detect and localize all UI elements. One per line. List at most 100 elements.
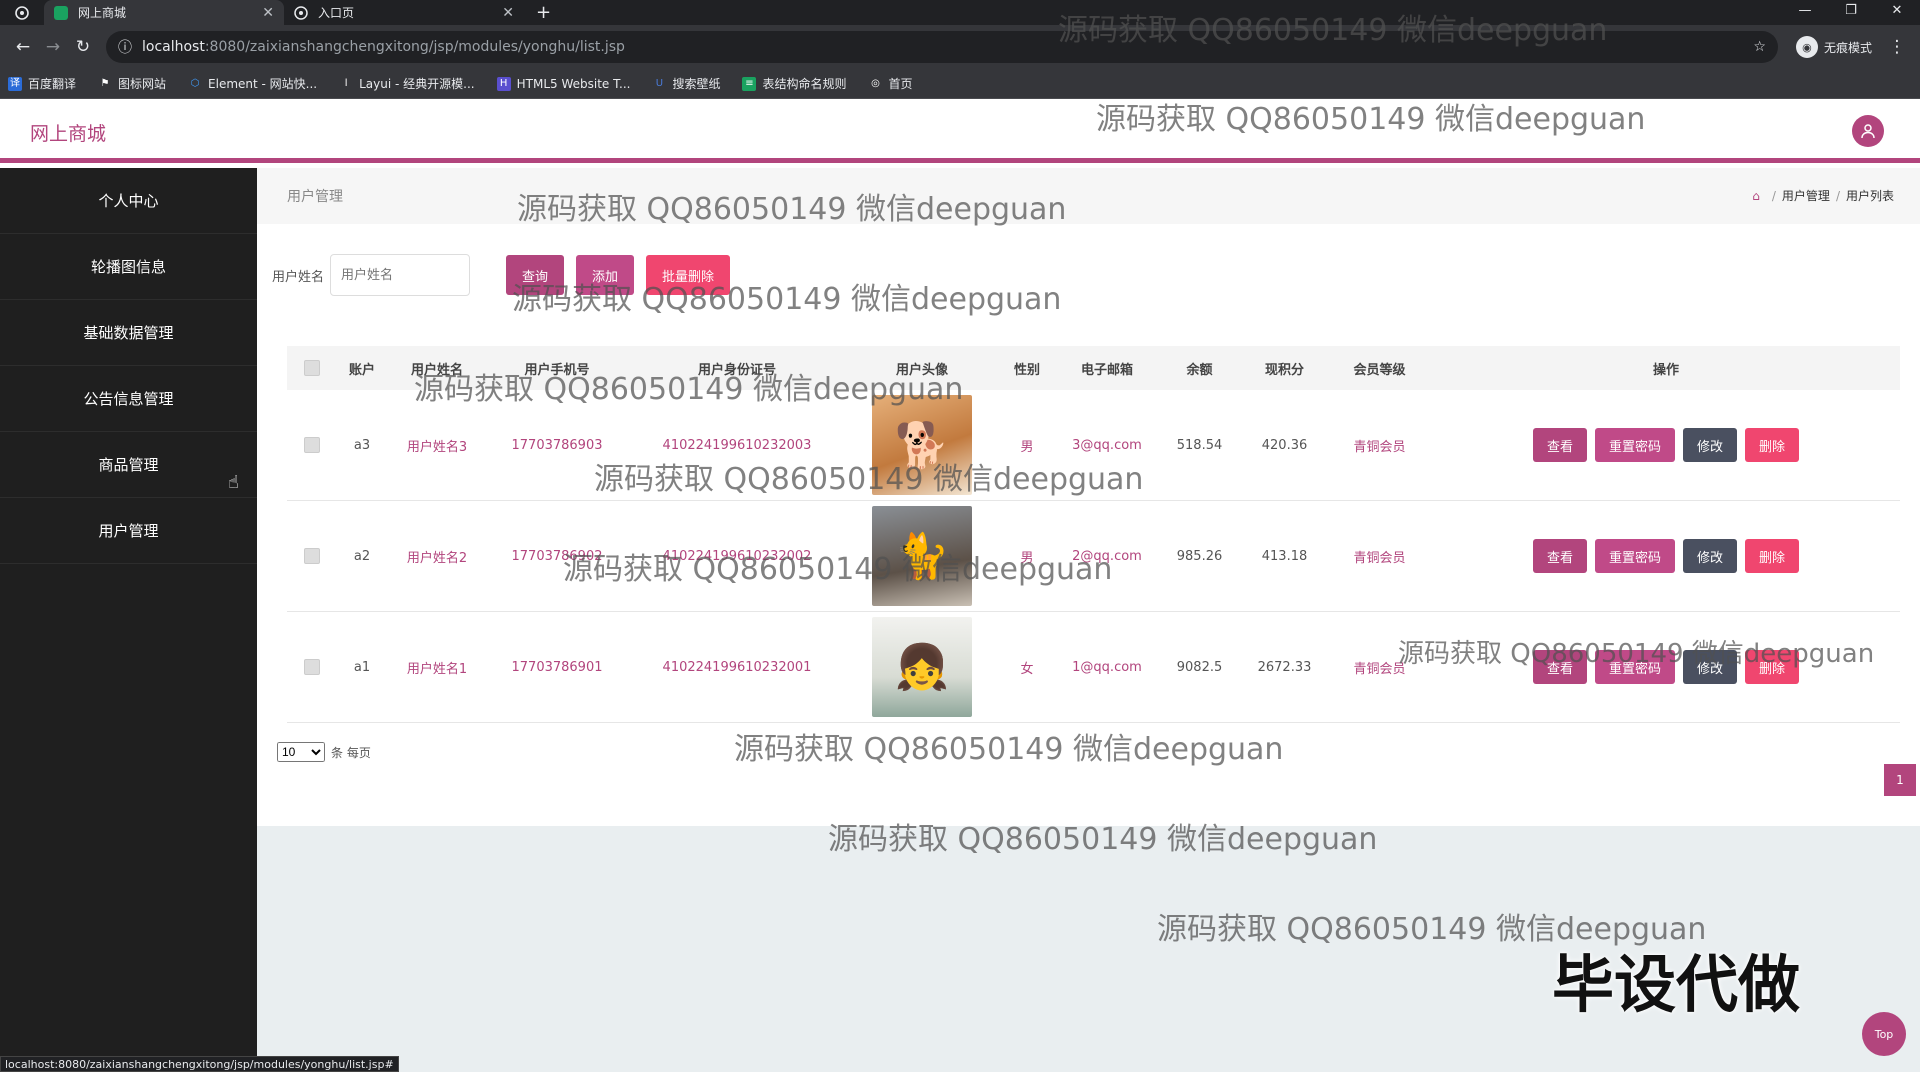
sheet-icon: ≡ bbox=[742, 76, 757, 91]
back-to-top-button[interactable]: Top bbox=[1862, 1012, 1906, 1056]
bookmark-label: 首页 bbox=[888, 77, 913, 91]
bookmark-label: 搜索壁纸 bbox=[672, 77, 721, 91]
tab-favicon-icon bbox=[54, 5, 68, 20]
bookmark-item[interactable]: ⬡ Element - 网站快... bbox=[188, 75, 317, 92]
view-button[interactable]: 查看 bbox=[1532, 428, 1587, 462]
html5-icon: H bbox=[496, 76, 511, 91]
cell-points: 2672.33 bbox=[1257, 659, 1312, 675]
watermark-text: 源码获取 QQ86050149 微信deepguan bbox=[1398, 639, 1875, 669]
sidebar-item-label: 商品管理 bbox=[98, 456, 159, 474]
cell-points: 413.18 bbox=[1261, 548, 1308, 564]
edit-button[interactable]: 修改 bbox=[1683, 539, 1738, 573]
stamp-text: 毕设代做 bbox=[1552, 948, 1801, 1021]
page-size-select[interactable]: 10 bbox=[277, 742, 325, 762]
bookmark-item[interactable]: U 搜索壁纸 bbox=[652, 75, 721, 92]
search-input[interactable] bbox=[330, 254, 471, 296]
cell-balance: 9082.5 bbox=[1176, 659, 1223, 675]
watermark-text: 源码获取 QQ86050149 微信deepguan bbox=[414, 372, 964, 407]
sidebar-item-users[interactable]: 用户管理 bbox=[0, 498, 257, 564]
star-icon[interactable]: ☆ bbox=[1753, 39, 1766, 55]
bookmark-item[interactable]: H HTML5 Website T... bbox=[496, 76, 631, 91]
bookmark-label: HTML5 Website T... bbox=[516, 76, 631, 91]
tab-title: 网上商城 bbox=[78, 6, 127, 20]
watermark-text: 源码获取 QQ86050149 微信deepguan bbox=[1058, 13, 1608, 48]
close-window-icon[interactable]: ✕ bbox=[1874, 0, 1920, 25]
bookmark-item[interactable]: ≡ 表结构命名规则 bbox=[742, 75, 846, 92]
cell-level: 青铜会员 bbox=[1353, 550, 1406, 566]
info-icon[interactable]: ⓘ bbox=[118, 37, 132, 57]
bookmark-label: Element - 网站快... bbox=[208, 77, 318, 91]
row-checkbox[interactable] bbox=[304, 548, 320, 564]
sidebar-item-products[interactable]: 商品管理 bbox=[0, 432, 257, 498]
cell-email: 3@qq.com bbox=[1072, 437, 1142, 453]
bookmark-item[interactable]: 译百度翻译 bbox=[8, 75, 76, 92]
tab-shop[interactable]: 网上商城 ✕ bbox=[44, 0, 284, 25]
globe-icon: ◎ bbox=[871, 77, 880, 89]
select-all-checkbox[interactable] bbox=[304, 360, 320, 376]
breadcrumb-item[interactable]: 用户管理 bbox=[1782, 187, 1830, 204]
breadcrumb-item: 用户列表 bbox=[1845, 189, 1894, 203]
bookmark-item[interactable]: l Layui - 经典开源模... bbox=[339, 75, 475, 92]
delete-button[interactable]: 删除 bbox=[1745, 539, 1800, 573]
close-icon[interactable]: ✕ bbox=[262, 5, 274, 21]
incognito-label: 无痕模式 bbox=[1823, 40, 1872, 55]
brand-title[interactable]: 网上商城 bbox=[30, 119, 106, 146]
page-title: 用户管理 bbox=[287, 189, 343, 205]
column-header: 操作 bbox=[1652, 362, 1679, 378]
sidebar-item-label: 用户管理 bbox=[98, 522, 159, 540]
cell-balance: 518.54 bbox=[1176, 437, 1223, 453]
close-icon[interactable]: ✕ bbox=[502, 5, 514, 21]
cell-sex: 男 bbox=[1020, 439, 1034, 455]
page-size-suffix: 条 每页 bbox=[331, 745, 371, 760]
row-checkbox[interactable] bbox=[304, 437, 320, 453]
more-menu-icon[interactable]: ⋮ bbox=[1882, 37, 1912, 57]
reset-password-button[interactable]: 重置密码 bbox=[1594, 539, 1675, 573]
view-button[interactable]: 查看 bbox=[1532, 539, 1587, 573]
tab-entry[interactable]: 入口页 ✕ bbox=[284, 0, 524, 25]
sidebar-item-basic-data[interactable]: 基础数据管理 bbox=[0, 300, 257, 366]
wallpaper-icon: U bbox=[655, 77, 664, 89]
cell-id-card: 410224199610232001 bbox=[662, 659, 812, 675]
address-bar: ← → ↻ ⓘ localhost :8080/zaixianshangchen… bbox=[0, 25, 1920, 69]
cell-name: 用户姓名3 bbox=[406, 439, 468, 455]
page-size-control: 10 条 每页 bbox=[277, 742, 371, 762]
sidebar-item-label: 公告信息管理 bbox=[83, 390, 174, 408]
watermark-text: 源码获取 QQ86050149 微信deepguan bbox=[512, 282, 1062, 317]
layui-icon: l bbox=[344, 77, 348, 89]
home-icon[interactable]: ⌂ bbox=[1752, 189, 1760, 203]
incognito-indicator[interactable]: ◉ 无痕模式 bbox=[1795, 36, 1872, 58]
bookmark-item[interactable]: ◎ 首页 bbox=[868, 75, 912, 92]
delete-button[interactable]: 删除 bbox=[1745, 428, 1800, 462]
minimize-icon[interactable]: — bbox=[1782, 0, 1828, 25]
column-header: 性别 bbox=[1013, 362, 1040, 378]
hand-cursor-icon: ☝ bbox=[228, 472, 239, 493]
reset-password-button[interactable]: 重置密码 bbox=[1594, 428, 1675, 462]
row-actions: 查看 重置密码 修改 删除 bbox=[1432, 539, 1900, 573]
forward-icon[interactable]: → bbox=[38, 37, 68, 57]
sidebar-item-personal-center[interactable]: 个人中心 bbox=[0, 168, 257, 234]
row-checkbox[interactable] bbox=[304, 659, 320, 675]
bookmark-label: 表结构命名规则 bbox=[762, 77, 847, 91]
bookmark-label: Layui - 经典开源模... bbox=[359, 77, 475, 91]
sidebar-item-announcements[interactable]: 公告信息管理 bbox=[0, 366, 257, 432]
row-actions: 查看 重置密码 修改 删除 bbox=[1432, 428, 1900, 462]
back-icon[interactable]: ← bbox=[8, 37, 38, 57]
column-header: 电子邮箱 bbox=[1080, 362, 1133, 378]
breadcrumb: ⌂ / 用户管理 / 用户列表 bbox=[1752, 187, 1894, 204]
new-tab-icon[interactable]: + bbox=[524, 0, 563, 25]
edit-button[interactable]: 修改 bbox=[1683, 428, 1738, 462]
watermark-text: 源码获取 QQ86050149 微信deepguan bbox=[828, 822, 1378, 857]
watermark-text: 源码获取 QQ86050149 微信deepguan bbox=[563, 552, 1113, 587]
translate-icon: 译 bbox=[8, 76, 22, 91]
cell-sex: 女 bbox=[1020, 661, 1034, 677]
watermark-text: 源码获取 QQ86050149 微信deepguan bbox=[734, 732, 1284, 767]
window-controls: — ❐ ✕ bbox=[1782, 0, 1920, 25]
bookmark-item[interactable]: ⚑ 图标网站 bbox=[98, 75, 167, 92]
cell-email: 1@qq.com bbox=[1072, 659, 1142, 675]
sidebar-item-carousel[interactable]: 轮播图信息 bbox=[0, 234, 257, 300]
user-icon[interactable] bbox=[1852, 115, 1884, 147]
browser-menu-icon[interactable] bbox=[0, 0, 44, 25]
reload-icon[interactable]: ↻ bbox=[68, 37, 98, 57]
page-number-button[interactable]: 1 bbox=[1884, 764, 1916, 796]
restore-icon[interactable]: ❐ bbox=[1828, 0, 1874, 25]
